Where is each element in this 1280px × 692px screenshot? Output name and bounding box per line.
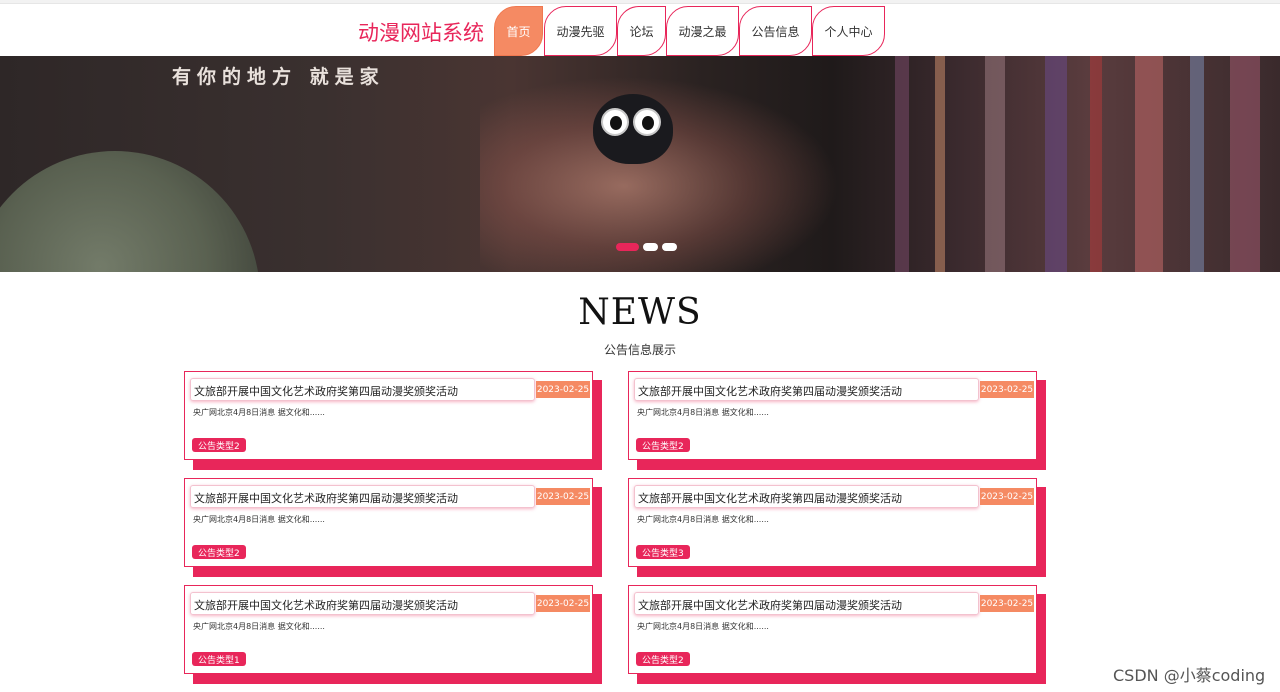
banner-stripe xyxy=(1190,56,1204,272)
site-header: 动漫网站系统 首页 动漫先驱 论坛 动漫之最 公告信息 个人中心 xyxy=(0,4,1280,56)
news-card: 文旅部开展中国文化艺术政府奖第四届动漫奖颁奖活动 2023-02-25 央广网北… xyxy=(184,478,602,578)
news-card: 文旅部开展中国文化艺术政府奖第四届动漫奖颁奖活动 2023-02-25 央广网北… xyxy=(184,371,602,471)
nav-item-profile[interactable]: 个人中心 xyxy=(812,6,885,56)
nav-item-announcements[interactable]: 公告信息 xyxy=(739,6,812,56)
nav-item-best[interactable]: 动漫之最 xyxy=(666,6,739,56)
news-card-body[interactable]: 文旅部开展中国文化艺术政府奖第四届动漫奖颁奖活动 2023-02-25 央广网北… xyxy=(628,371,1037,460)
news-card-summary: 央广网北京4月8日消息 据文化和...... xyxy=(193,408,325,417)
news-card-body[interactable]: 文旅部开展中国文化艺术政府奖第四届动漫奖颁奖活动 2023-02-25 央广网北… xyxy=(184,371,593,460)
news-subheading: 公告信息展示 xyxy=(603,343,676,357)
news-card-title[interactable]: 文旅部开展中国文化艺术政府奖第四届动漫奖颁奖活动 xyxy=(190,378,535,401)
carousel-dot-3[interactable] xyxy=(662,243,677,251)
news-card-tag: 公告类型1 xyxy=(192,652,246,666)
banner-stripe xyxy=(1090,56,1102,272)
news-card-body[interactable]: 文旅部开展中国文化艺术政府奖第四届动漫奖颁奖活动 2023-02-25 央广网北… xyxy=(184,478,593,567)
news-card-tag: 公告类型3 xyxy=(636,545,690,559)
news-card-date: 2023-02-25 xyxy=(980,488,1034,505)
csdn-watermark: CSDN @小蔡coding xyxy=(1113,666,1266,685)
news-card-summary: 央广网北京4月8日消息 据文化和...... xyxy=(637,622,769,631)
news-card-date: 2023-02-25 xyxy=(536,381,590,398)
news-card: 文旅部开展中国文化艺术政府奖第四届动漫奖颁奖活动 2023-02-25 央广网北… xyxy=(628,585,1046,685)
news-card-summary: 央广网北京4月8日消息 据文化和...... xyxy=(193,622,325,631)
news-card-date: 2023-02-25 xyxy=(980,595,1034,612)
news-card-summary: 央广网北京4月8日消息 据文化和...... xyxy=(637,515,769,524)
banner-stripe xyxy=(1045,56,1067,272)
news-card-tag: 公告类型2 xyxy=(636,652,690,666)
news-heading: NEWS xyxy=(578,292,702,333)
moon-illustration xyxy=(0,151,260,272)
carousel-dot-2[interactable] xyxy=(643,243,658,251)
mascot-eye xyxy=(601,108,629,136)
news-card-summary: 央广网北京4月8日消息 据文化和...... xyxy=(637,408,769,417)
news-card-date: 2023-02-25 xyxy=(980,381,1034,398)
mascot-eye xyxy=(633,108,661,136)
news-card-tag: 公告类型2 xyxy=(636,438,690,452)
nav-item-home[interactable]: 首页 xyxy=(494,6,543,56)
news-card: 文旅部开展中国文化艺术政府奖第四届动漫奖颁奖活动 2023-02-25 央广网北… xyxy=(628,478,1046,578)
news-card: 文旅部开展中国文化艺术政府奖第四届动漫奖颁奖活动 2023-02-25 央广网北… xyxy=(628,371,1046,471)
news-card-title[interactable]: 文旅部开展中国文化艺术政府奖第四届动漫奖颁奖活动 xyxy=(634,485,979,508)
carousel-indicators xyxy=(616,243,677,251)
news-card: 文旅部开展中国文化艺术政府奖第四届动漫奖颁奖活动 2023-02-25 央广网北… xyxy=(184,585,602,685)
news-card-tag: 公告类型2 xyxy=(192,545,246,559)
carousel-dot-1[interactable] xyxy=(616,243,639,251)
mascot-illustration xyxy=(593,94,673,164)
news-card-title[interactable]: 文旅部开展中国文化艺术政府奖第四届动漫奖颁奖活动 xyxy=(634,378,979,401)
news-card-summary: 央广网北京4月8日消息 据文化和...... xyxy=(193,515,325,524)
news-card-body[interactable]: 文旅部开展中国文化艺术政府奖第四届动漫奖颁奖活动 2023-02-25 央广网北… xyxy=(184,585,593,674)
banner-stripe xyxy=(1135,56,1163,272)
news-card-date: 2023-02-25 xyxy=(536,595,590,612)
news-card-body[interactable]: 文旅部开展中国文化艺术政府奖第四届动漫奖颁奖活动 2023-02-25 央广网北… xyxy=(628,478,1037,567)
hero-banner[interactable]: 有你的地方 就是家 xyxy=(0,56,1280,272)
banner-stripe xyxy=(1230,56,1260,272)
news-card-title[interactable]: 文旅部开展中国文化艺术政府奖第四届动漫奖颁奖活动 xyxy=(190,485,535,508)
banner-slogan: 有你的地方 就是家 xyxy=(172,66,385,88)
banner-stripe xyxy=(895,56,909,272)
news-card-body[interactable]: 文旅部开展中国文化艺术政府奖第四届动漫奖颁奖活动 2023-02-25 央广网北… xyxy=(628,585,1037,674)
news-card-date: 2023-02-25 xyxy=(536,488,590,505)
banner-stripe xyxy=(985,56,1005,272)
news-card-tag: 公告类型2 xyxy=(192,438,246,452)
banner-stripe xyxy=(935,56,945,272)
nav-item-forum[interactable]: 论坛 xyxy=(617,6,666,56)
news-card-title[interactable]: 文旅部开展中国文化艺术政府奖第四届动漫奖颁奖活动 xyxy=(634,592,979,615)
nav-item-pioneers[interactable]: 动漫先驱 xyxy=(544,6,617,56)
site-title[interactable]: 动漫网站系统 xyxy=(358,17,484,47)
news-card-title[interactable]: 文旅部开展中国文化艺术政府奖第四届动漫奖颁奖活动 xyxy=(190,592,535,615)
